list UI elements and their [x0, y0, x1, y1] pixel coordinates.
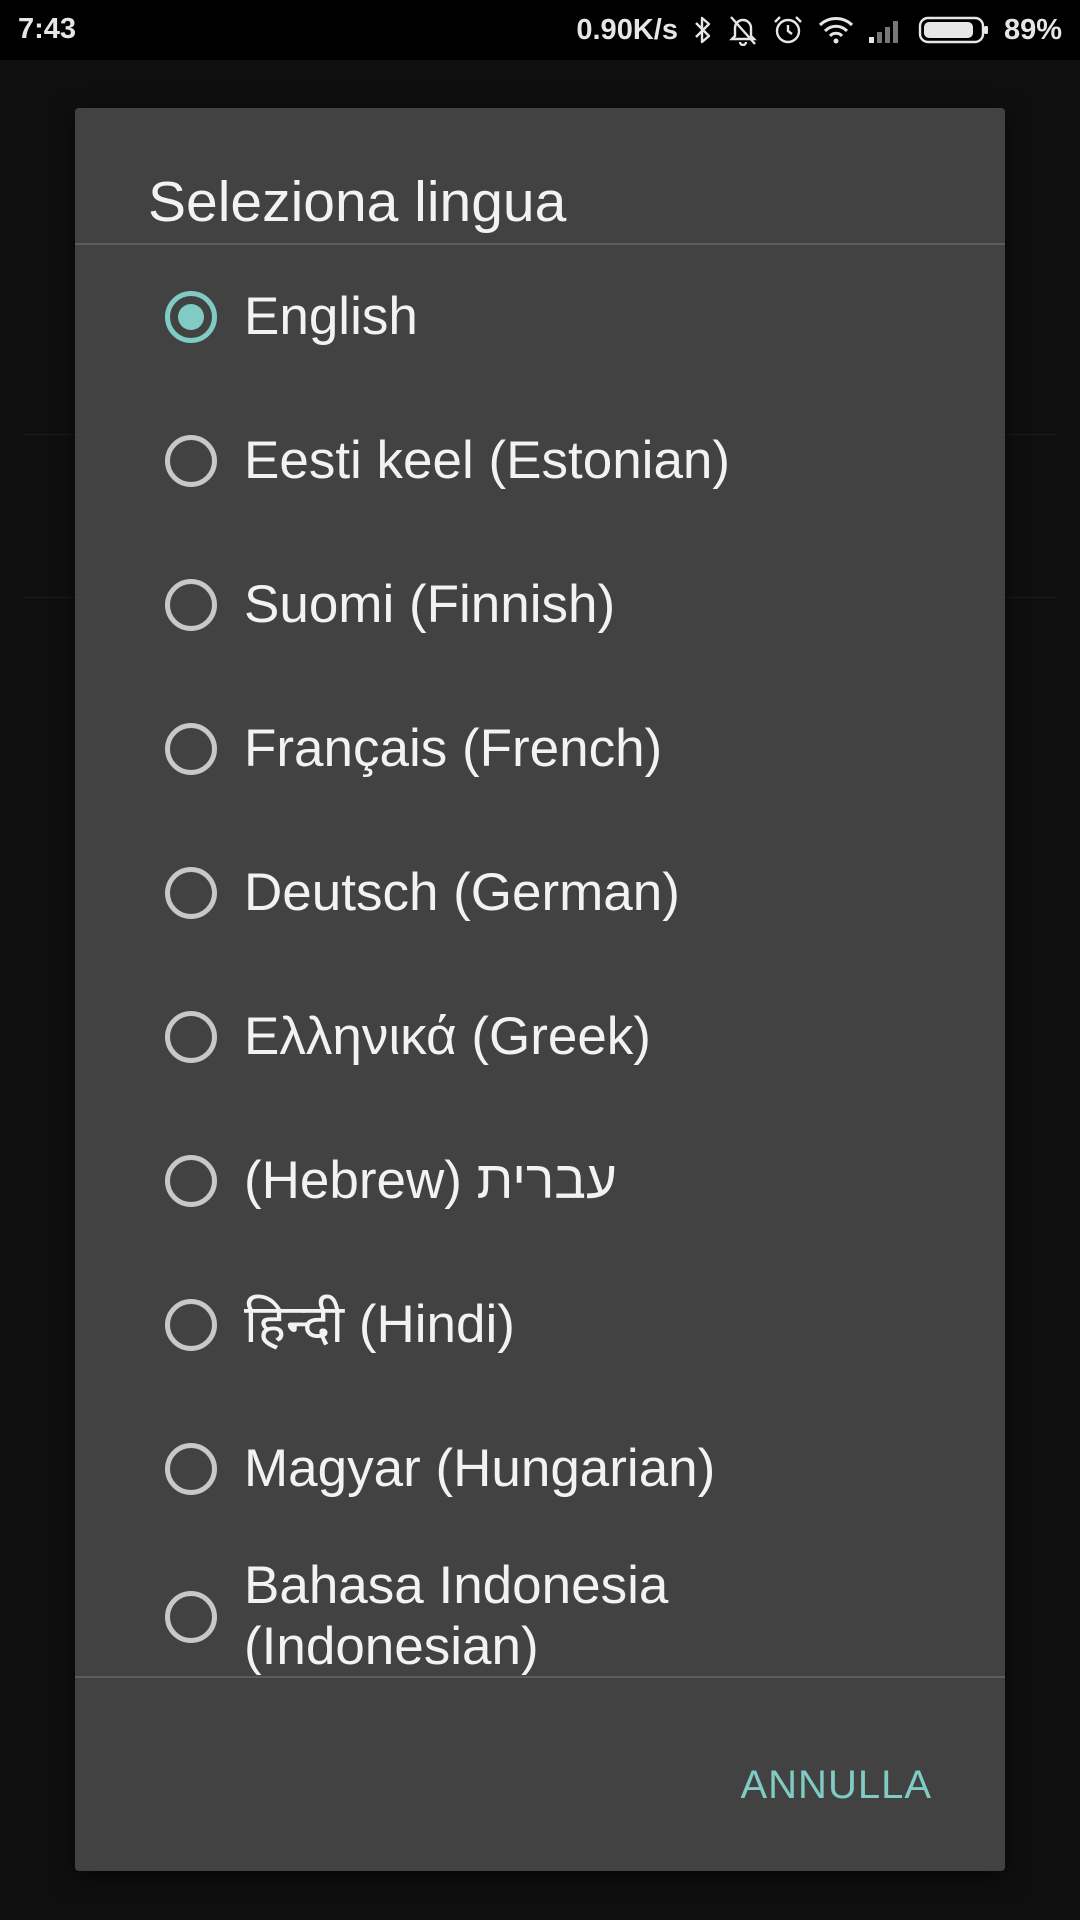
language-option-label: Suomi (Finnish) [244, 575, 616, 634]
bell-off-icon [728, 14, 758, 46]
status-icons: 0.90K/s 89% [576, 0, 1062, 60]
radio-button[interactable] [165, 1591, 217, 1643]
language-dialog: Seleziona lingua English Eesti keel (Est… [75, 108, 1005, 1871]
language-option[interactable]: Suomi (Finnish) [75, 533, 1005, 677]
language-option[interactable]: English [75, 245, 1005, 389]
language-option[interactable]: Magyar (Hungarian) [75, 1397, 1005, 1541]
language-option[interactable]: हिन्दी (Hindi) [75, 1253, 1005, 1397]
language-option-label: Magyar (Hungarian) [244, 1439, 716, 1498]
network-speed: 0.90K/s [576, 13, 678, 46]
radio-button[interactable] [165, 1155, 217, 1207]
language-option-label: Eesti keel (Estonian) [244, 431, 731, 490]
language-option[interactable]: Ελληνικά (Greek) [75, 965, 1005, 1109]
bluetooth-icon [692, 15, 714, 45]
cancel-button[interactable]: ANNULLA [740, 1757, 932, 1814]
radio-button[interactable] [165, 1299, 217, 1351]
battery-icon [918, 15, 990, 45]
language-option[interactable]: Eesti keel (Estonian) [75, 389, 1005, 533]
radio-button[interactable] [165, 579, 217, 631]
actions-divider [75, 1676, 1005, 1678]
language-option-label: Deutsch (German) [244, 863, 680, 922]
status-time: 7:43 [18, 13, 77, 45]
language-option-label: Ελληνικά (Greek) [244, 1007, 651, 1066]
language-option-label: Français (French) [244, 719, 663, 778]
signal-icon [868, 17, 904, 43]
language-option[interactable]: Deutsch (German) [75, 821, 1005, 965]
radio-button[interactable] [165, 1443, 217, 1495]
radio-button[interactable] [165, 867, 217, 919]
language-option-label: (Hebrew) עברית [244, 1151, 617, 1210]
radio-button[interactable] [165, 723, 217, 775]
battery-percent: 89% [1003, 13, 1062, 46]
language-option[interactable]: (Hebrew) עברית [75, 1109, 1005, 1253]
language-option-label: हिन्दी (Hindi) [244, 1295, 515, 1354]
language-option[interactable]: Bahasa Indonesia (Indonesian) [75, 1541, 1005, 1691]
alarm-icon [772, 14, 804, 46]
wifi-icon [818, 16, 854, 44]
language-option-label: English [244, 287, 418, 346]
status-bar: 7:43 0.90K/s 89% [0, 0, 1080, 60]
dialog-title: Seleziona lingua [148, 170, 567, 234]
radio-button[interactable] [165, 1011, 217, 1063]
language-option[interactable]: Français (French) [75, 677, 1005, 821]
language-option-label: Bahasa Indonesia (Indonesian) [244, 1556, 669, 1676]
radio-button[interactable] [165, 435, 217, 487]
radio-button[interactable] [165, 291, 217, 343]
language-list[interactable]: English Eesti keel (Estonian) Suomi (Fin… [75, 245, 1005, 1785]
